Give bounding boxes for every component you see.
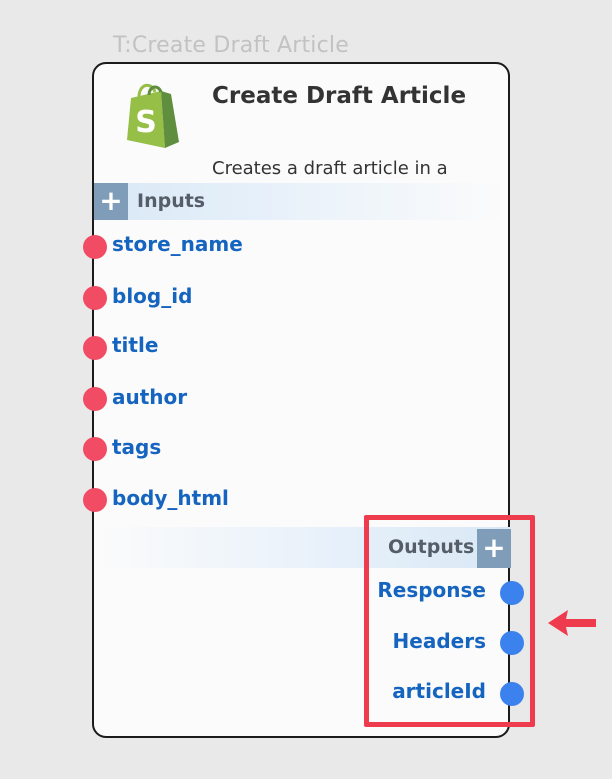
input-port-dot[interactable] (83, 488, 107, 512)
input-port-dot[interactable] (83, 387, 107, 411)
add-input-button[interactable]: + (94, 183, 128, 220)
input-port-label: tags (112, 435, 162, 459)
svg-text:S: S (135, 105, 157, 140)
input-port-label: blog_id (112, 284, 193, 308)
node-title: Create Draft Article (212, 83, 467, 109)
input-port-label: body_html (112, 486, 229, 510)
input-port-dot[interactable] (83, 437, 107, 461)
node-tag: T:Create Draft Article (113, 33, 349, 58)
input-port-label: store_name (112, 232, 243, 256)
input-port-dot[interactable] (83, 235, 107, 259)
input-port-dot[interactable] (83, 336, 107, 360)
arrow-left-icon (548, 610, 596, 636)
node-description: Creates a draft article in a (212, 158, 448, 179)
highlight-box (364, 515, 535, 727)
input-port-label: title (112, 333, 159, 357)
input-port-dot[interactable] (83, 286, 107, 310)
inputs-section-label: Inputs (137, 190, 206, 212)
shopify-bag-icon: S (127, 83, 179, 148)
input-port-label: author (112, 385, 188, 409)
